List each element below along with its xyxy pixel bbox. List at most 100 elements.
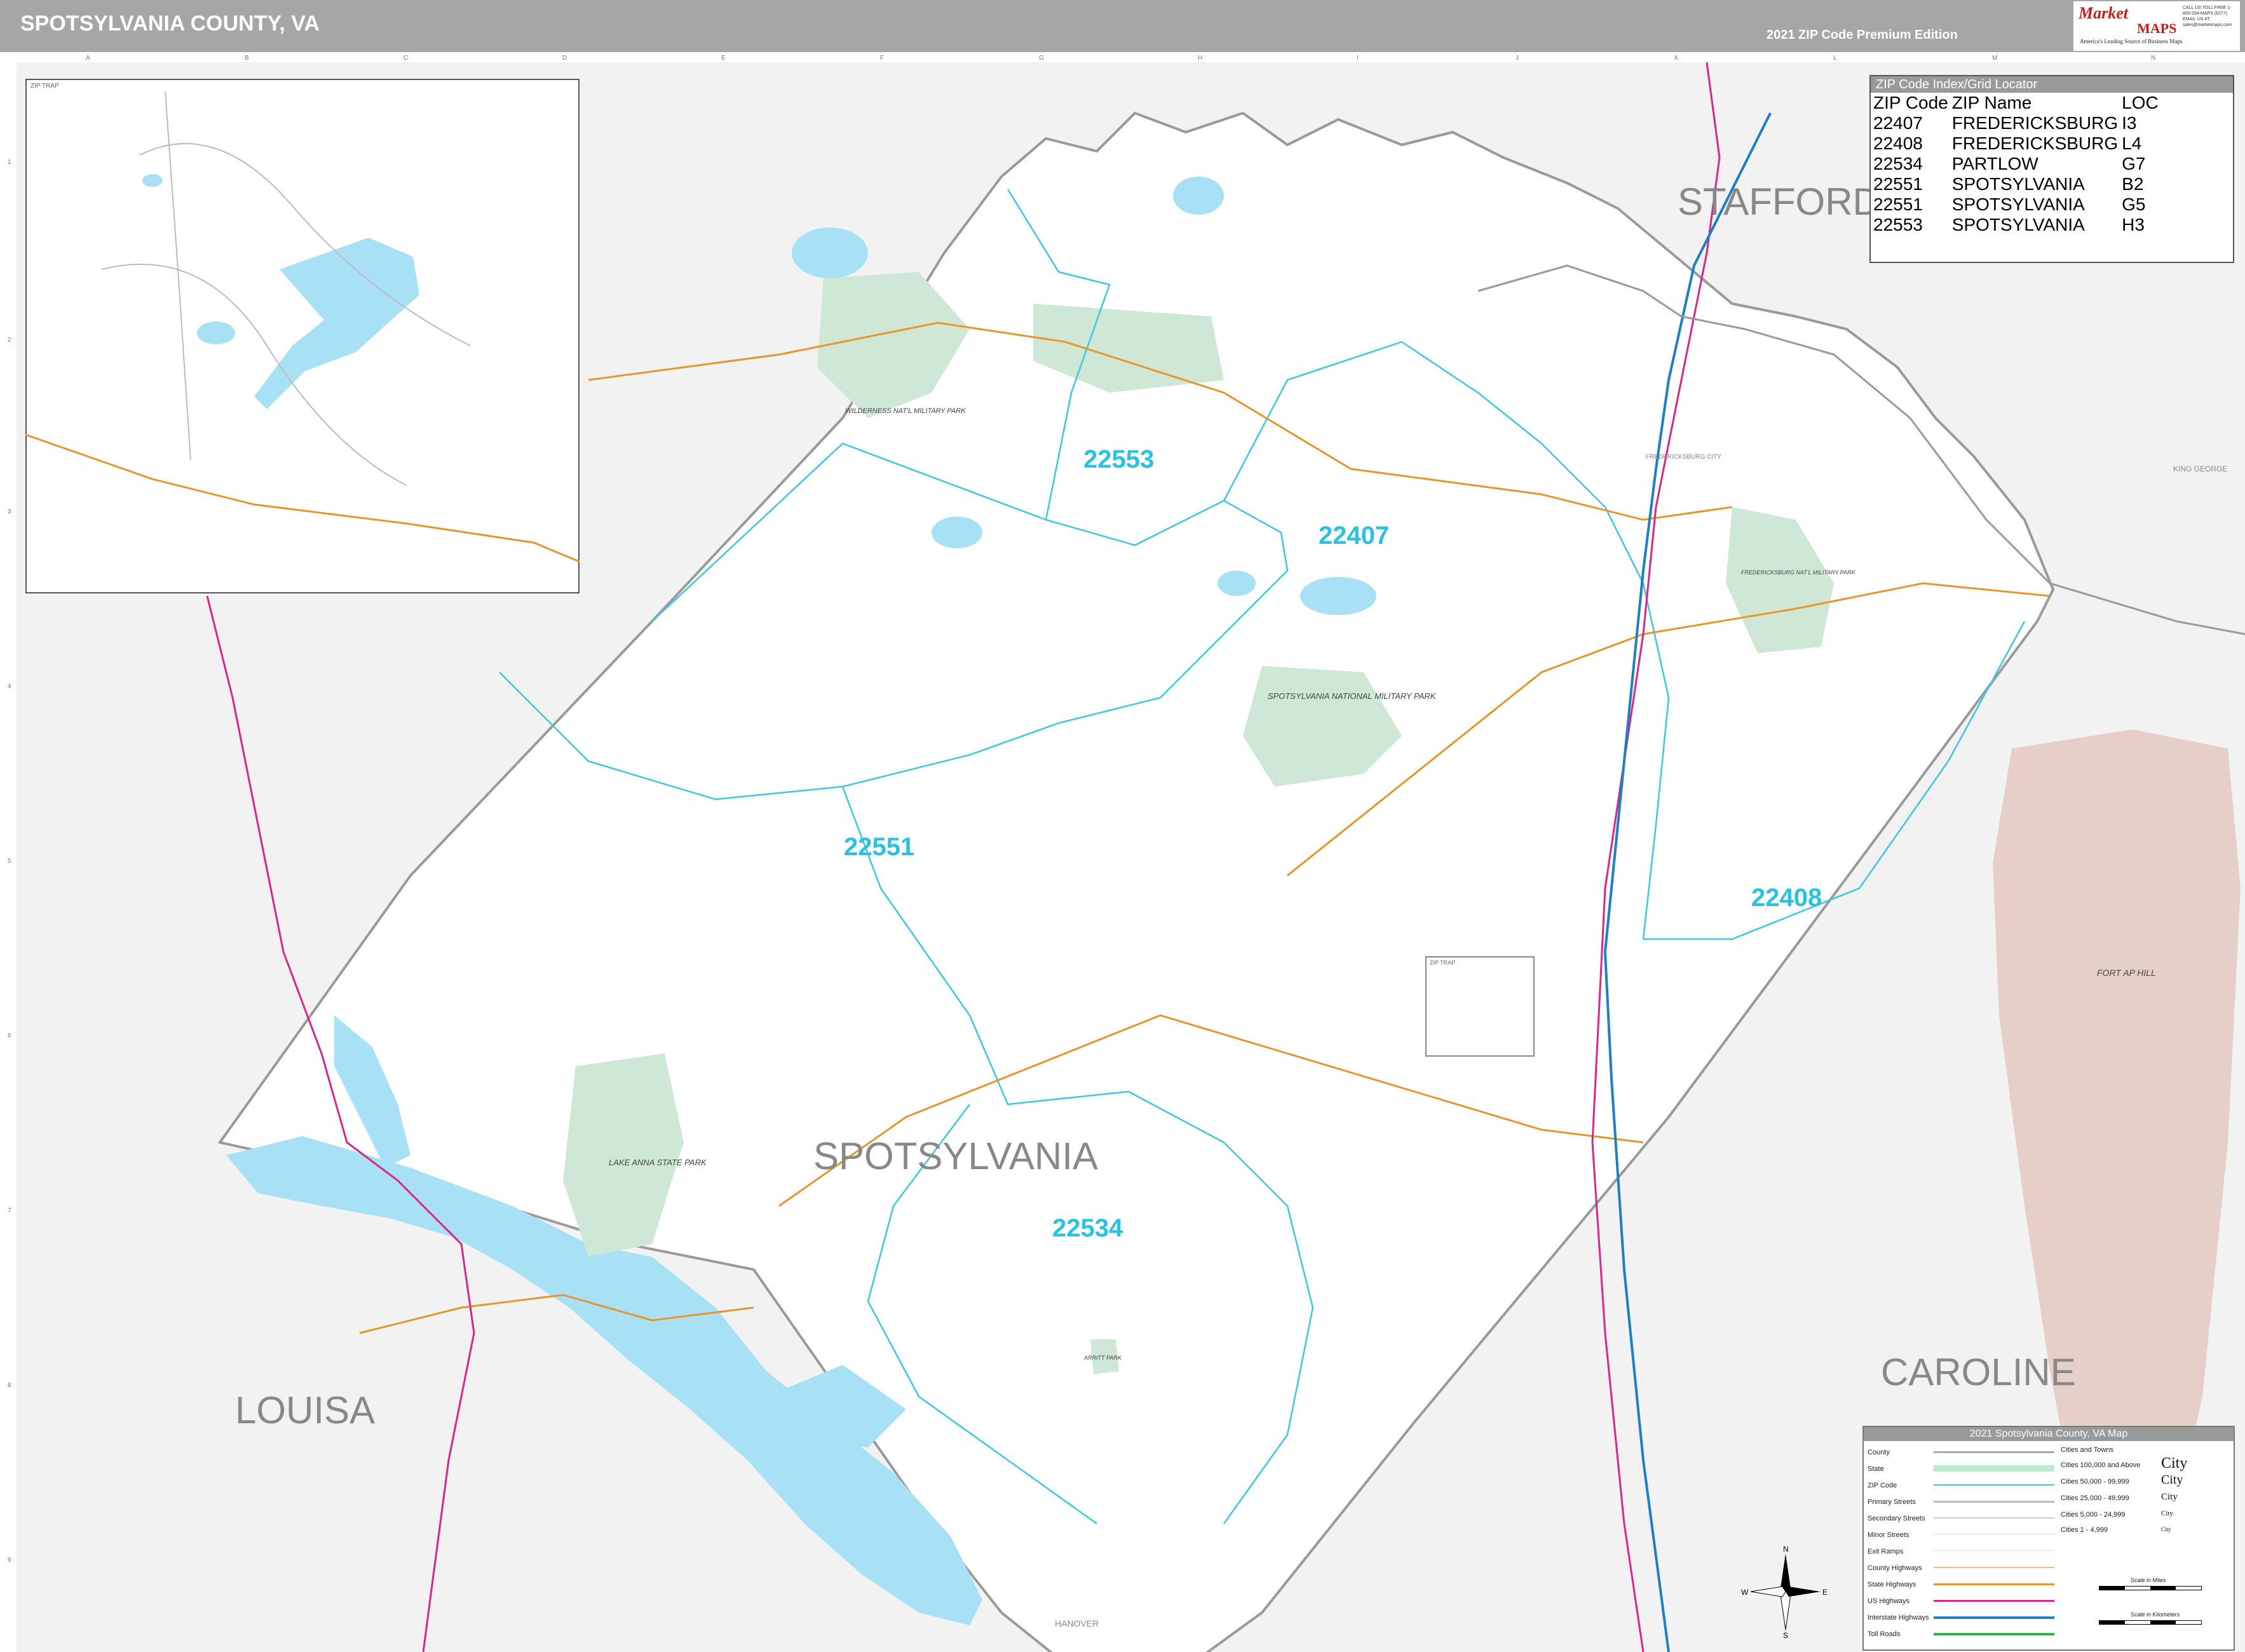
zip-index-title: ZIP Code Index/Grid Locator — [1871, 76, 2233, 93]
legend-minor: Minor Streets — [1868, 1531, 1909, 1539]
legend-zip: ZIP Code — [1868, 1482, 1897, 1489]
legend-us-hwy: US Highways — [1868, 1597, 1910, 1605]
legend-toll-line — [1934, 1633, 2054, 1635]
zip-cell: 22553 — [1873, 215, 1923, 234]
zip-cell: 22534 — [1873, 154, 1923, 173]
grid-col-n: N — [2151, 55, 2156, 62]
legend-city-label-3: City — [2161, 1492, 2178, 1502]
zip-code-index: ZIP Code Index/Grid Locator ZIP Code ZIP… — [1869, 75, 2234, 263]
grid-row-7: 7 — [8, 1207, 11, 1214]
legend-city-range-4: Cities 5,000 - 24,999 — [2061, 1511, 2126, 1519]
legend-city-range-2: Cities 50,000 - 99,999 — [2061, 1478, 2129, 1486]
zip-cell: 22551 — [1873, 174, 1923, 194]
logo-brand-line1: Market — [2079, 4, 2128, 22]
legend-toll: Toll Roads — [1868, 1630, 1901, 1638]
legend-city-range-1: Cities 100,000 and Above — [2061, 1461, 2141, 1469]
grid-col-h: H — [1198, 55, 1203, 62]
inset-pond-2 — [142, 174, 163, 187]
grid-row-8: 8 — [8, 1382, 11, 1389]
legend-city-label-4: City — [2161, 1510, 2173, 1517]
map-title: SPOTSYLVANIA COUNTY, VA — [20, 11, 320, 36]
pond-2 — [1173, 177, 1224, 215]
zip-loc-cell: G7 — [2122, 154, 2146, 173]
legend-interstate: Interstate Highways — [1868, 1614, 1929, 1622]
inset-marker-label: ZIP TRAP — [1430, 959, 1455, 966]
grid-row-6: 6 — [8, 1032, 11, 1039]
zip-index-table: ZIP Code ZIP Name LOC 22407 FREDERICKSBUR… — [1873, 93, 2162, 235]
legend-zip-line — [1934, 1484, 2054, 1486]
compass-s: S — [1783, 1631, 1788, 1639]
grid-col-g: G — [1039, 55, 1044, 62]
grid-row-3: 3 — [8, 508, 11, 515]
legend-us-hwy-line — [1934, 1600, 2054, 1602]
map-legend: 2021 Spotsylvania County, VA Map County … — [1862, 1426, 2235, 1651]
legend-state: State — [1868, 1465, 1884, 1473]
legend-state-hwy-line — [1934, 1583, 2054, 1585]
legend-exit: Exit Ramps — [1868, 1548, 1904, 1555]
compass-arrow-s — [1780, 1591, 1791, 1630]
legend-county-hwy-line — [1934, 1567, 2054, 1568]
legend-scale-bar-km — [2099, 1620, 2202, 1625]
pond-3 — [1300, 577, 1376, 615]
grid-col-d: D — [562, 55, 567, 62]
legend-interstate-line — [1934, 1616, 2054, 1619]
zip-loc-cell: I3 — [2122, 113, 2137, 133]
zip-loc-cell: H3 — [2122, 215, 2145, 234]
table-row: 22407 FREDERICKSBURG I3 — [1873, 113, 2162, 133]
grid-row-5: 5 — [8, 858, 11, 865]
legend-city-label-1: City — [2161, 1455, 2188, 1472]
table-row: 22551 SPOTSYLVANIA B2 — [1873, 174, 2162, 194]
edition-label: 2021 ZIP Code Premium Edition — [1767, 28, 1958, 42]
legend-exit-line — [1934, 1550, 2054, 1551]
pond-4 — [932, 517, 982, 548]
grid-col-i: I — [1357, 55, 1359, 62]
pond-5 — [1217, 571, 1256, 596]
grid-row-2: 2 — [8, 337, 11, 344]
table-row: 22553 SPOTSYLVANIA H3 — [1873, 215, 2162, 235]
grid-col-a: A — [86, 55, 90, 62]
compass-w: W — [1741, 1588, 1749, 1597]
legend-city-range-3: Cities 25,000 - 49,999 — [2061, 1494, 2129, 1502]
logo-contact: CALL US TOLL FREE 1-800-334-MAPS (6277) … — [2183, 6, 2232, 27]
legend-cities-title: Cities and Towns — [2061, 1446, 2113, 1454]
compass-arrow-e — [1786, 1587, 1821, 1597]
table-row: 22551 SPOTSYLVANIA G5 — [1873, 194, 2162, 215]
legend-state-hwy: State Highways — [1868, 1581, 1916, 1588]
legend-city-label-2: City — [2161, 1473, 2183, 1487]
legend-county: County — [1868, 1449, 1890, 1456]
legend-city-label-5: City — [2161, 1526, 2171, 1533]
grid-row-1: 1 — [8, 159, 11, 166]
compass-n: N — [1783, 1545, 1789, 1554]
logo-tagline: America's Leading Source of Business Map… — [2080, 38, 2183, 44]
legend-county-hwy: County Highways — [1868, 1564, 1922, 1572]
pond-1 — [792, 227, 868, 278]
legend-state-line — [1934, 1465, 2054, 1472]
table-row: 22408 FREDERICKSBURG L4 — [1873, 133, 2162, 154]
zip-name-cell: SPOTSYLVANIA — [1951, 215, 2085, 234]
zip-name-cell: SPOTSYLVANIA — [1951, 174, 2085, 194]
inset-pond-1 — [197, 322, 235, 344]
grid-col-k: K — [1674, 55, 1679, 62]
compass-arrow-w — [1750, 1586, 1786, 1597]
logo-brand-line2: MAPS — [2137, 20, 2177, 36]
legend-county-line — [1934, 1451, 2054, 1453]
grid-col-m: M — [1992, 55, 1998, 62]
zip-cell: 22408 — [1873, 133, 1923, 153]
zip-loc-cell: G5 — [2122, 194, 2146, 214]
legend-primary-line — [1934, 1501, 2054, 1503]
zip-cell: 22407 — [1873, 113, 1923, 133]
grid-col-j: J — [1516, 55, 1519, 62]
grid-col-f: F — [880, 55, 885, 62]
market-maps-logo: Market MAPS America's Leading Source of … — [2073, 1, 2240, 51]
grid-row-4: 4 — [8, 683, 11, 690]
inset-frame — [25, 79, 580, 593]
legend-secondary-line — [1934, 1517, 2054, 1519]
zip-loc-cell: B2 — [2122, 174, 2144, 194]
zip-name-cell: PARTLOW — [1951, 154, 2038, 173]
zip-index-header-loc: LOC — [2122, 93, 2159, 112]
legend-secondary: Secondary Streets — [1868, 1515, 1925, 1522]
inset-title: ZIP TRAP — [31, 83, 59, 90]
arritt-park-area — [1090, 1339, 1119, 1374]
inset-map: ZIP TRAP — [25, 79, 580, 593]
zip-name-cell: FREDERICKSBURG — [1951, 113, 2119, 133]
